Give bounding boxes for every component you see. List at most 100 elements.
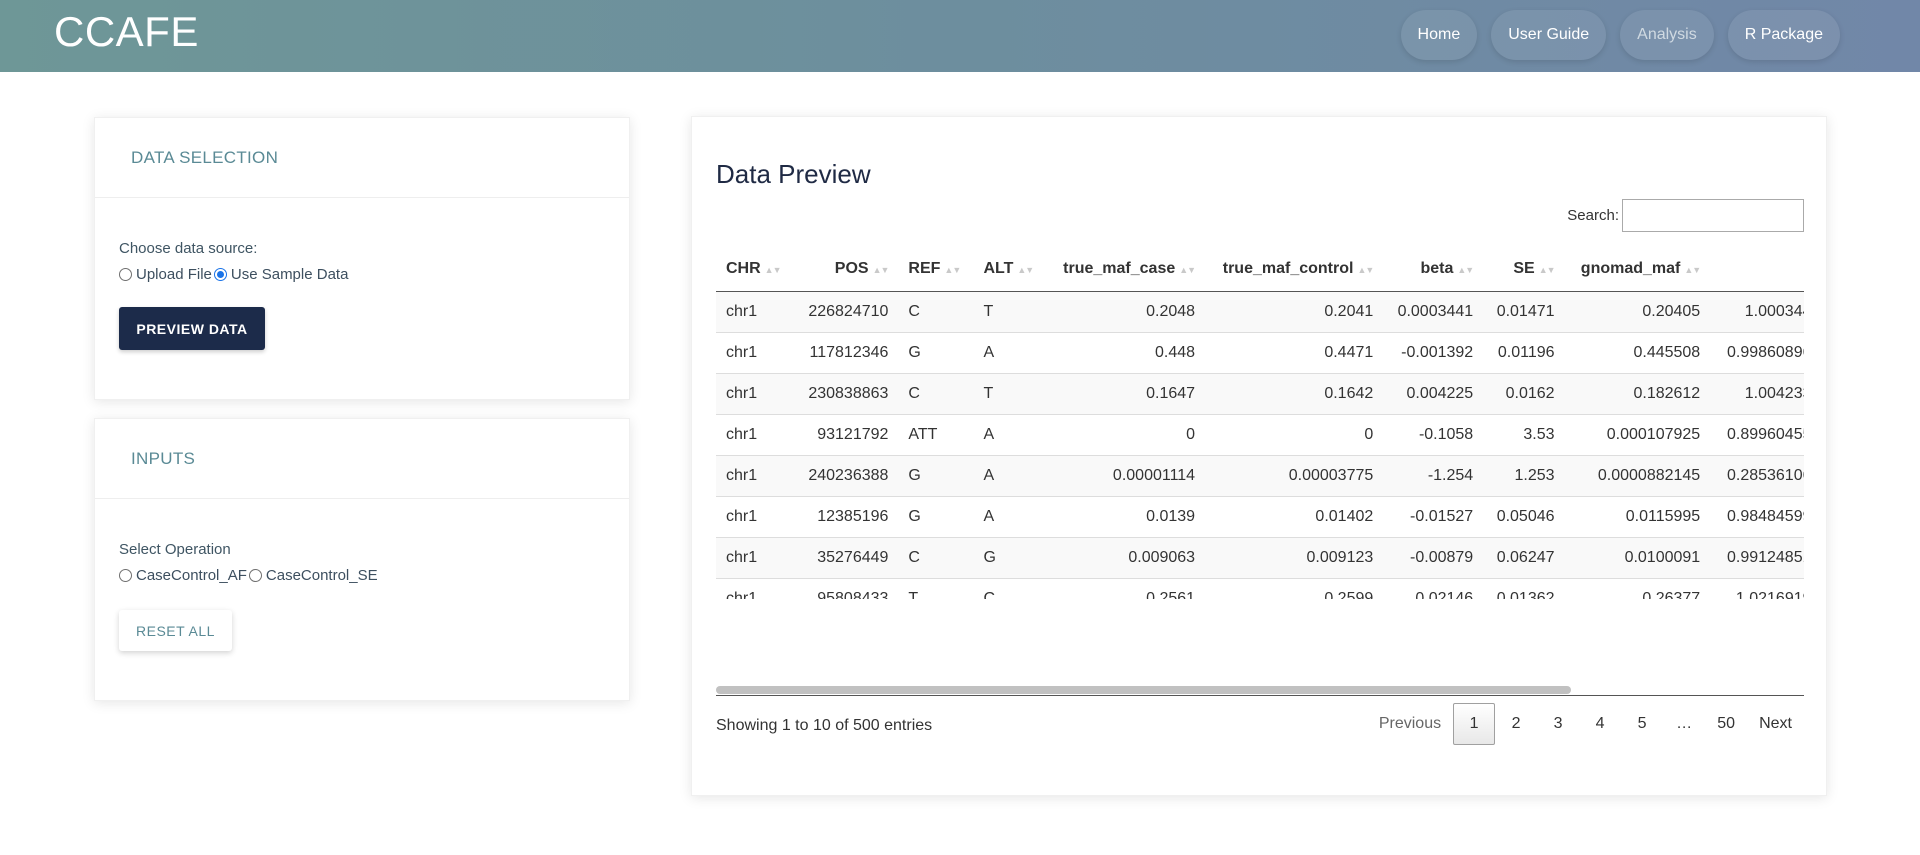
column-header-label: REF: [908, 259, 941, 277]
table-cell: 0.2853610666581: [1710, 454, 1804, 496]
preview-data-button[interactable]: PREVIEW DATA: [119, 307, 265, 350]
sort-icon[interactable]: ▲▼: [1457, 265, 1474, 275]
horizontal-scrollbar[interactable]: [716, 685, 1804, 695]
sort-icon[interactable]: ▲▼: [1179, 265, 1196, 275]
nav-user-guide[interactable]: User Guide: [1491, 10, 1607, 60]
sort-icon[interactable]: ▲▼: [1539, 265, 1556, 275]
inputs-panel: INPUTS Select Operation CaseControl_AF C…: [94, 418, 630, 701]
table-cell: chr1: [716, 413, 794, 455]
main-nav: Home User Guide Analysis R Package: [1400, 10, 1840, 60]
column-header-true-maf-case[interactable]: true_maf_case ▲▼: [1046, 247, 1206, 292]
table-cell: 95808433: [793, 577, 899, 599]
table-cell: 230838863: [793, 372, 899, 414]
column-header-alt[interactable]: ALT ▲▼: [973, 247, 1047, 292]
sort-icon[interactable]: ▲▼: [873, 265, 890, 275]
table-divider: [716, 695, 1804, 696]
radio-icon[interactable]: [119, 569, 132, 582]
table-row: chr1 230838863 C T 0.1647 0.1642 0.004225 0.016…: [716, 372, 1804, 414]
radio-label: Use Sample Data: [230, 266, 349, 283]
radio-casecontrol-se[interactable]: CaseControl_SE: [248, 567, 378, 584]
entries-info: Showing 1 to 10 of 500 entries: [716, 717, 933, 734]
table-cell: T: [898, 577, 974, 599]
nav-home[interactable]: Home: [1400, 10, 1478, 60]
page-5[interactable]: 5: [1621, 703, 1663, 745]
table-cell: 1.00034415920: [1710, 290, 1804, 332]
scrollbar-thumb[interactable]: [716, 686, 1571, 694]
radio-label: CaseControl_AF: [136, 567, 247, 584]
table-cell: A: [973, 331, 1047, 373]
table-cell: 0.05046: [1483, 495, 1565, 537]
panel-title: DATA SELECTION: [95, 118, 629, 198]
table-cell: 0.0162: [1483, 372, 1565, 414]
sort-icon[interactable]: ▲▼: [765, 265, 782, 275]
table-cell: G: [973, 536, 1047, 578]
table-cell: 3.53: [1483, 413, 1565, 455]
page-4[interactable]: 4: [1579, 703, 1621, 745]
table-body: chr1 226824710 C T 0.2048 0.2041 0.0003441 0.01…: [716, 290, 1804, 599]
table-cell: 0.0000882145: [1564, 454, 1711, 496]
column-header-se[interactable]: SE ▲▼: [1483, 247, 1565, 292]
column-header-gnomad-maf[interactable]: gnomad_maf ▲▼: [1564, 247, 1711, 292]
column-header-beta[interactable]: beta ▲▼: [1383, 247, 1484, 292]
nav-analysis[interactable]: Analysis: [1620, 10, 1714, 60]
table-row: chr1 35276449 C G 0.009063 0.009123 -0.00879 0.…: [716, 536, 1804, 578]
table-cell: chr1: [716, 454, 794, 496]
table-cell: -0.01527: [1383, 495, 1484, 537]
radio-use-sample-data[interactable]: Use Sample Data: [213, 266, 349, 283]
table-cell: 0.004225: [1383, 372, 1484, 414]
table-cell: 1.00423393789: [1710, 372, 1804, 414]
table-cell: 0.2561: [1046, 577, 1206, 599]
search-input[interactable]: [1622, 199, 1804, 232]
column-header-label: beta: [1420, 259, 1454, 277]
reset-all-button[interactable]: RESET ALL: [119, 610, 232, 651]
page-3[interactable]: 3: [1537, 703, 1579, 745]
table-cell: 0.00003775: [1205, 454, 1384, 496]
table-cell: chr1: [716, 331, 794, 373]
select-operation-label: Select Operation: [119, 541, 231, 558]
table-cell: chr1: [716, 536, 794, 578]
radio-checked-icon[interactable]: [213, 268, 227, 281]
table-cell: 0.448: [1046, 331, 1206, 373]
data-selection-panel: DATA SELECTION Choose data source: Uploa…: [94, 117, 630, 400]
table-cell: 1.021691921843: [1710, 577, 1804, 599]
sort-icon[interactable]: ▲▼: [1684, 265, 1701, 275]
column-header-label: CHR: [726, 259, 761, 277]
table-cell: 240236388: [793, 454, 899, 496]
page-1[interactable]: 1: [1453, 703, 1496, 745]
data-table-scroll-area[interactable]: CHR ▲▼ POS ▲▼ REF ▲▼ ALT ▲▼ true_maf_case ▲▼ true_…: [716, 247, 1804, 599]
column-header-ref[interactable]: REF ▲▼: [898, 247, 974, 292]
column-header-chr[interactable]: CHR ▲▼: [716, 247, 794, 292]
table-cell: 0.2041: [1205, 290, 1384, 332]
radio-icon[interactable]: [248, 569, 262, 582]
page-2[interactable]: 2: [1495, 703, 1537, 745]
operation-radio-group: CaseControl_AF CaseControl_SE: [119, 567, 605, 584]
table-cell: 0.009123: [1205, 536, 1384, 578]
table-cell: 226824710: [793, 290, 899, 332]
column-header-or[interactable]: OR: [1710, 247, 1804, 292]
column-header-pos[interactable]: POS ▲▼: [793, 247, 899, 292]
page-50[interactable]: 50: [1705, 703, 1747, 745]
brand-logo-text[interactable]: CCAFE: [54, 8, 199, 56]
pagination-previous[interactable]: Previous: [1367, 703, 1453, 745]
table-cell: 0.182612: [1564, 372, 1711, 414]
radio-casecontrol-af[interactable]: CaseControl_AF: [119, 567, 247, 584]
sort-icon[interactable]: ▲▼: [944, 265, 961, 275]
table-cell: 93121792: [793, 413, 899, 455]
pagination-next[interactable]: Next: [1747, 703, 1804, 745]
table-cell: 0.2599: [1205, 577, 1384, 599]
table-cell: 0.0139: [1046, 495, 1206, 537]
table-cell: 0.06247: [1483, 536, 1565, 578]
table-cell: 0.445508: [1564, 331, 1711, 373]
column-header-label: ALT: [983, 259, 1014, 277]
sort-icon[interactable]: ▲▼: [1357, 265, 1374, 275]
table-cell: 0.0003441: [1383, 290, 1484, 332]
radio-upload-file[interactable]: Upload File: [119, 266, 212, 283]
sort-icon[interactable]: ▲▼: [1017, 265, 1034, 275]
table-header-row: CHR ▲▼ POS ▲▼ REF ▲▼ ALT ▲▼ true_maf_case ▲▼ true_…: [716, 247, 1804, 292]
table-cell: 0.01362: [1483, 577, 1565, 599]
column-header-true-maf-control[interactable]: true_maf_control ▲▼: [1205, 247, 1384, 292]
table-cell: 1.253: [1483, 454, 1565, 496]
radio-icon[interactable]: [119, 268, 132, 281]
table-cell: G: [898, 495, 974, 537]
nav-r-package[interactable]: R Package: [1727, 10, 1840, 60]
